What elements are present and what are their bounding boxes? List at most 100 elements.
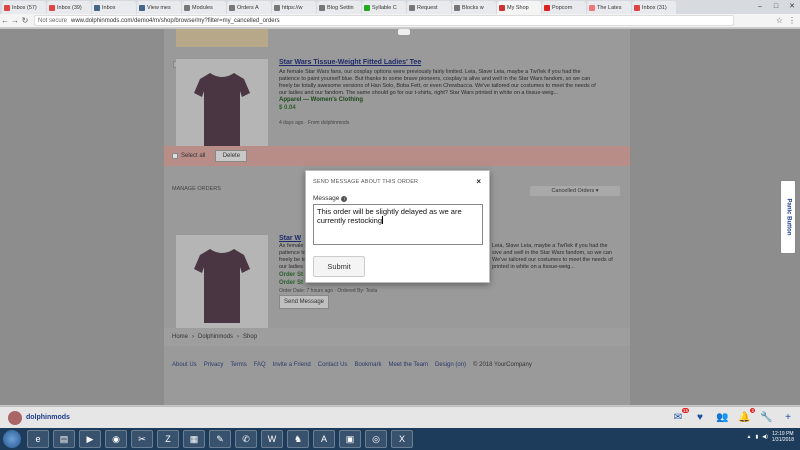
browser-tab[interactable]: Blocks w bbox=[452, 1, 496, 14]
username[interactable]: dolphinmods bbox=[26, 414, 70, 421]
volume-icon[interactable]: ◀) bbox=[762, 434, 768, 440]
start-button[interactable] bbox=[3, 430, 21, 448]
game-icon[interactable]: ♞ bbox=[287, 430, 309, 448]
tab-label: Modules bbox=[192, 4, 213, 11]
tab-favicon-icon bbox=[454, 4, 460, 11]
disc-icon[interactable]: ◎ bbox=[365, 430, 387, 448]
back-icon[interactable]: ← bbox=[0, 16, 10, 25]
forward-icon[interactable]: → bbox=[10, 16, 20, 25]
maximize-icon[interactable]: □ bbox=[768, 0, 784, 12]
breadcrumb-item[interactable]: Home bbox=[172, 334, 188, 340]
order-product-image[interactable] bbox=[176, 235, 268, 335]
order-description-right: Leia, Slave Leia, maybe a Twi'lek if you… bbox=[492, 243, 613, 270]
tab-favicon-icon bbox=[499, 4, 505, 11]
browser-tab[interactable]: Syllable C bbox=[362, 1, 406, 14]
footer-link[interactable]: Privacy bbox=[204, 362, 224, 368]
user-profile[interactable]: dolphinmods bbox=[8, 410, 70, 425]
browser-tab[interactable]: Popcorn bbox=[542, 1, 586, 14]
breadcrumb: Home › Dolphinmods › Shop bbox=[164, 328, 630, 346]
panic-button[interactable]: Panic Button bbox=[780, 180, 796, 254]
excel-icon[interactable]: X bbox=[391, 430, 413, 448]
tab-label: Blog Settin bbox=[327, 4, 354, 11]
pdf-icon[interactable]: A bbox=[313, 430, 335, 448]
menu-icon[interactable]: ⋮ bbox=[788, 16, 796, 25]
tray-arrow-icon[interactable]: ▲ bbox=[747, 434, 752, 440]
product-price: $ 0.04 bbox=[279, 105, 296, 111]
select-all-checkbox[interactable] bbox=[172, 153, 178, 159]
browser-tab[interactable]: Orders A bbox=[227, 1, 271, 14]
browser-tab[interactable]: My Shop bbox=[497, 1, 541, 14]
avatar[interactable] bbox=[8, 410, 22, 425]
send-message-modal: SEND MESSAGE ABOUT THIS ORDER × Message … bbox=[305, 170, 490, 283]
product-image[interactable] bbox=[176, 59, 268, 159]
paint-icon[interactable]: ✎ bbox=[209, 430, 231, 448]
footer-link[interactable]: Invite a Friend bbox=[273, 362, 311, 368]
document-icon[interactable]: ▦ bbox=[183, 430, 205, 448]
send-message-button[interactable]: Send Message bbox=[279, 295, 329, 309]
star-icon[interactable]: ☆ bbox=[776, 16, 783, 25]
url-input[interactable]: Not secure www.dolphinmods.com/demo4/m/s… bbox=[34, 15, 734, 26]
info-icon[interactable]: i bbox=[341, 195, 348, 202]
close-window-icon[interactable]: ✕ bbox=[784, 0, 800, 12]
browser-tab[interactable]: The Lates bbox=[587, 1, 631, 14]
word-icon[interactable]: W bbox=[261, 430, 283, 448]
url-text: www.dolphinmods.com/demo4/m/shop/browse/… bbox=[71, 17, 280, 24]
browser-tab[interactable]: Inbox (31) bbox=[632, 1, 676, 14]
message-text: This order will be slightly delayed as w… bbox=[317, 207, 462, 225]
tab-favicon-icon bbox=[184, 4, 190, 11]
reload-icon[interactable]: ↻ bbox=[20, 16, 30, 25]
chrome-icon[interactable]: ◉ bbox=[105, 430, 127, 448]
tools-icon[interactable]: ✂ bbox=[131, 430, 153, 448]
bell-icon[interactable]: 🔔 2 bbox=[738, 408, 755, 423]
friends-icon[interactable]: 👥 bbox=[716, 412, 728, 423]
chat-icon[interactable]: ✆ bbox=[235, 430, 257, 448]
filezilla-icon[interactable]: Z bbox=[157, 430, 179, 448]
tab-favicon-icon bbox=[319, 4, 325, 11]
footer-link[interactable]: FAQ bbox=[254, 362, 266, 368]
scroll-chevron-icon[interactable] bbox=[398, 29, 410, 35]
footer-link[interactable]: About Us bbox=[172, 362, 197, 368]
browser-tab[interactable]: Inbox (39) bbox=[47, 1, 91, 14]
heart-icon[interactable]: ♥ bbox=[694, 412, 706, 423]
site-bottom-bar: dolphinmods ✉ 15 ♥ 👥 🔔 2 🔧 + bbox=[0, 406, 800, 428]
minimize-icon[interactable]: – bbox=[752, 0, 768, 12]
browser-tab[interactable]: Inbox bbox=[92, 1, 136, 14]
browser-tab[interactable]: Request bbox=[407, 1, 451, 14]
cancelled-orders-dropdown[interactable]: Cancelled Orders ▾ bbox=[530, 186, 620, 196]
product-title[interactable]: Star Wars Tissue-Weight Fitted Ladies' T… bbox=[279, 59, 421, 66]
wrench-icon[interactable]: 🔧 bbox=[760, 412, 772, 423]
tab-label: Popcorn bbox=[552, 4, 573, 11]
browser-tab[interactable]: Inbox (57) bbox=[2, 1, 46, 14]
panic-button-label: Panic Button bbox=[785, 198, 791, 236]
breadcrumb-item[interactable]: Dolphinmods bbox=[198, 334, 233, 340]
browser-tab[interactable]: View mes bbox=[137, 1, 181, 14]
media-icon[interactable]: ▶ bbox=[79, 430, 101, 448]
footer-link[interactable]: Contact Us bbox=[318, 362, 348, 368]
clock[interactable]: 12:19 PM 1/31/2018 bbox=[772, 431, 794, 443]
browser-tab[interactable]: Modules bbox=[182, 1, 226, 14]
close-icon[interactable]: × bbox=[476, 177, 481, 186]
modal-title: SEND MESSAGE ABOUT THIS ORDER bbox=[313, 179, 419, 185]
network-icon[interactable]: ▮ bbox=[755, 434, 758, 440]
ie-icon[interactable]: e bbox=[27, 430, 49, 448]
footer-links: About Us Privacy Terms FAQ Invite a Friend Co… bbox=[164, 356, 630, 374]
footer-link[interactable]: Meet the Team bbox=[388, 362, 428, 368]
folder-icon[interactable]: ▤ bbox=[53, 430, 75, 448]
select-all[interactable]: Select all bbox=[172, 153, 205, 159]
submit-button[interactable]: Submit bbox=[313, 256, 365, 277]
footer-link[interactable]: Terms bbox=[230, 362, 246, 368]
browser-tab[interactable]: https://w bbox=[272, 1, 316, 14]
message-textarea[interactable]: This order will be slightly delayed as w… bbox=[313, 204, 483, 245]
mail-icon[interactable]: ✉ 15 bbox=[672, 408, 689, 423]
delete-button[interactable]: Delete bbox=[215, 150, 248, 162]
address-bar: ← → ↻ Not secure www.dolphinmods.com/dem… bbox=[0, 14, 800, 28]
footer-link[interactable]: Bookmark bbox=[354, 362, 381, 368]
footer-link[interactable]: Design (on) bbox=[435, 362, 466, 368]
breadcrumb-item[interactable]: Shop bbox=[243, 334, 257, 340]
browser-tab[interactable]: Blog Settin bbox=[317, 1, 361, 14]
product-category[interactable]: Apparel — Women's Clothing bbox=[279, 97, 363, 103]
order-product-title[interactable]: Star W bbox=[279, 235, 301, 242]
product-description: As female Star Wars fans, our cosplay op… bbox=[279, 69, 596, 96]
plus-icon[interactable]: + bbox=[782, 412, 794, 423]
image-icon[interactable]: ▣ bbox=[339, 430, 361, 448]
